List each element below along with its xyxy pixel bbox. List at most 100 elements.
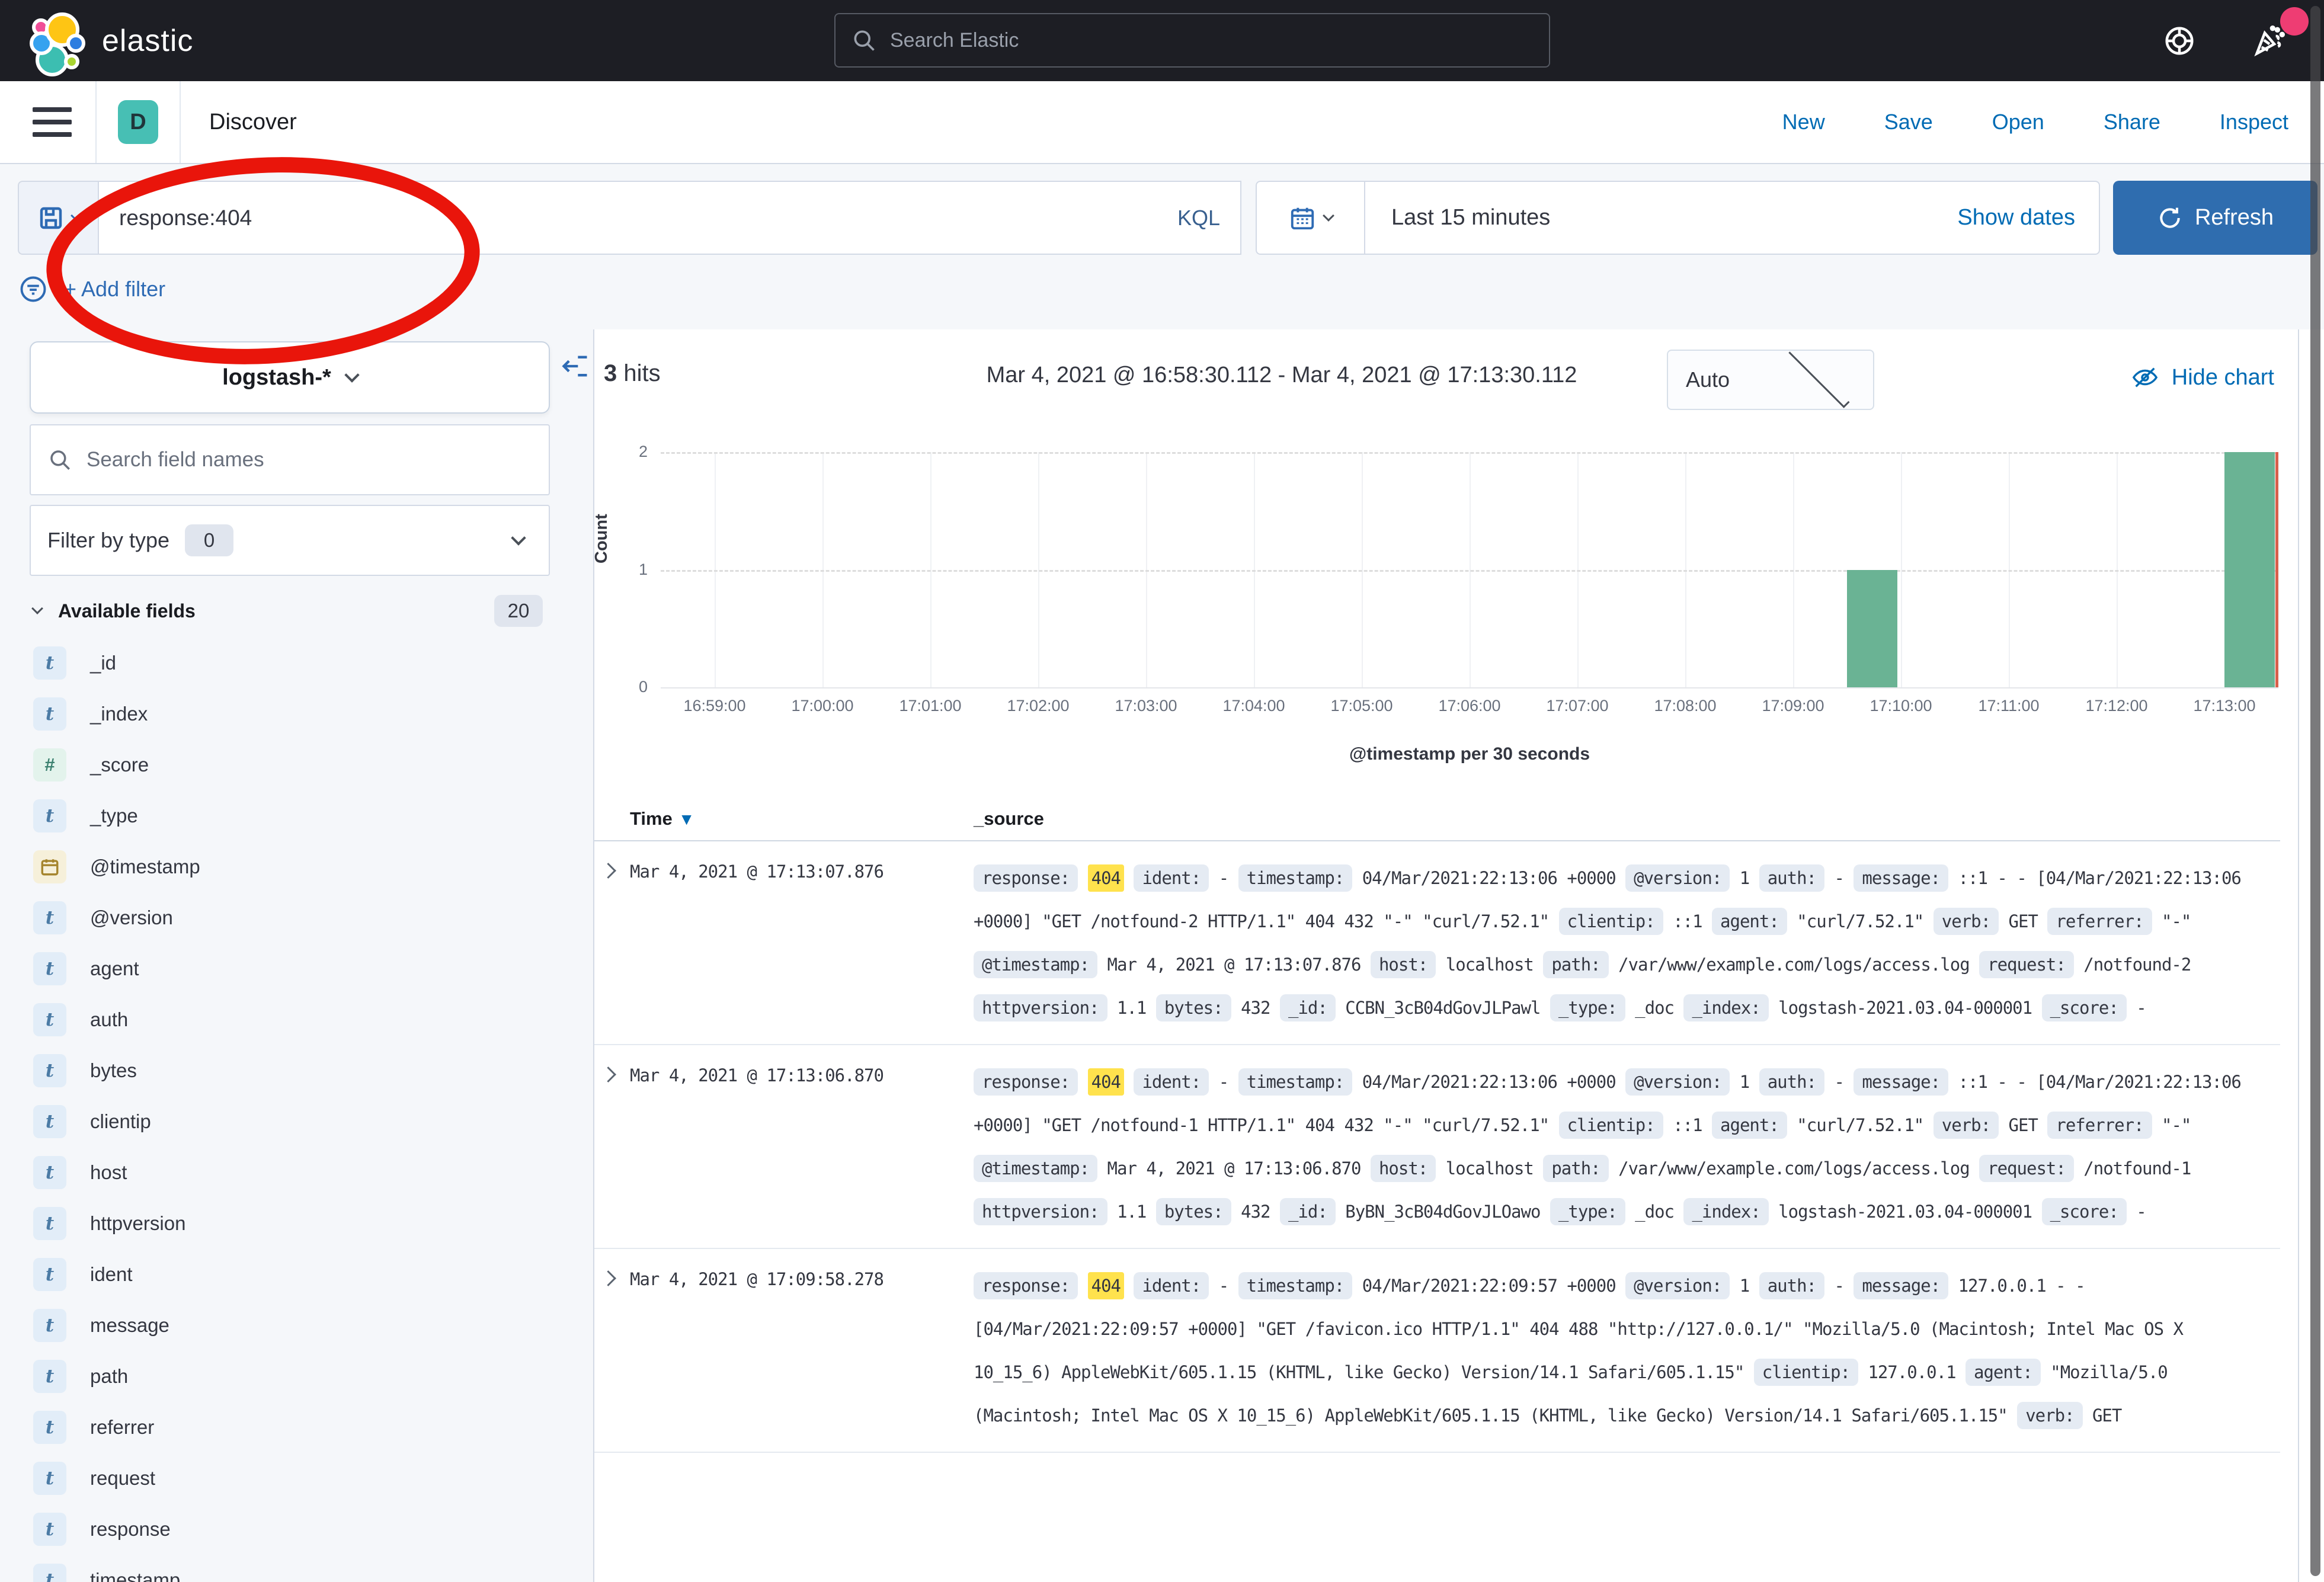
field-key-pill: ident: <box>1134 1068 1209 1096</box>
field-key-pill: clientip: <box>1754 1359 1858 1386</box>
field-key-pill: _score: <box>2042 1198 2127 1225</box>
filter-icon[interactable] <box>18 274 49 305</box>
add-filter-link[interactable]: + Add filter <box>64 277 165 302</box>
filter-count-badge: 0 <box>185 524 233 556</box>
show-dates-link[interactable]: Show dates <box>1957 205 2075 230</box>
field-key-pill: auth: <box>1759 864 1824 892</box>
histogram-bar-17:09:30[interactable] <box>1847 570 1897 688</box>
time-picker-calendar-button[interactable] <box>1256 181 1365 255</box>
field-item-@version[interactable]: t@version <box>33 892 566 943</box>
sort-desc-icon[interactable]: ▼ <box>678 810 695 828</box>
chevron-down-icon <box>511 530 526 545</box>
index-pattern-select[interactable]: logstash-* <box>30 341 550 414</box>
row-source: response: 404 ident: - timestamp: 04/Mar… <box>974 857 2280 1030</box>
histogram-plot[interactable] <box>661 452 2278 687</box>
field-value: /notfound-1 <box>2083 1158 2191 1179</box>
field-value: _doc <box>1635 1202 1674 1222</box>
elastic-brand[interactable]: elastic <box>30 12 193 69</box>
vertical-scrollbar[interactable] <box>2310 6 2320 1576</box>
available-fields-count-badge: 20 <box>494 595 543 627</box>
field-item-httpversion[interactable]: thttpversion <box>33 1198 566 1249</box>
field-key-pill: agent: <box>1712 1112 1787 1139</box>
date-field-icon <box>33 850 66 883</box>
field-item-message[interactable]: tmessage <box>33 1300 566 1351</box>
field-item-host[interactable]: thost <box>33 1147 566 1198</box>
field-item-@timestamp[interactable]: @timestamp <box>33 841 566 892</box>
field-key-pill: httpversion: <box>974 1198 1107 1225</box>
field-item-auth[interactable]: tauth <box>33 994 566 1045</box>
field-item-timestamp[interactable]: ttimestamp <box>33 1555 566 1582</box>
hide-chart-label: Hide chart <box>2172 365 2274 390</box>
field-key-pill: referrer: <box>2047 908 2152 935</box>
interval-select[interactable]: Auto <box>1667 350 1874 410</box>
field-key-pill: _score: <box>2042 994 2127 1021</box>
chevron-down-icon <box>71 210 82 222</box>
help-icon[interactable] <box>2162 23 2197 59</box>
field-name: path <box>90 1365 128 1388</box>
refresh-button[interactable]: Refresh <box>2113 181 2317 255</box>
text-field-icon: t <box>33 646 66 680</box>
time-range-display[interactable]: Last 15 minutes Show dates <box>1365 181 2100 255</box>
nav-action-inspect[interactable]: Inspect <box>2220 110 2288 134</box>
discover-app-badge[interactable]: D <box>118 100 158 144</box>
query-text: response:404 <box>119 206 1157 230</box>
field-key-pill: @version: <box>1625 864 1730 892</box>
field-item-_score[interactable]: #_score <box>33 739 566 790</box>
filter-by-type-select[interactable]: Filter by type 0 <box>30 505 550 576</box>
available-fields-label: Available fields <box>58 600 196 622</box>
field-item-response[interactable]: tresponse <box>33 1504 566 1555</box>
field-value: 04/Mar/2021:22:13:06 +0000 <box>1362 1072 1616 1092</box>
field-item-ident[interactable]: tident <box>33 1249 566 1300</box>
global-search-input[interactable]: Search Elastic <box>834 13 1550 68</box>
field-item-referrer[interactable]: treferrer <box>33 1402 566 1453</box>
row-source: response: 404 ident: - timestamp: 04/Mar… <box>974 1264 2280 1437</box>
chart-time-range: Mar 4, 2021 @ 16:58:30.112 - Mar 4, 2021… <box>987 363 1577 388</box>
field-value: - <box>1834 1072 1843 1092</box>
text-field-icon: t <box>33 1360 66 1393</box>
field-item-agent[interactable]: tagent <box>33 943 566 994</box>
field-value: /var/www/example.com/logs/access.log <box>1618 955 1970 975</box>
nav-action-save[interactable]: Save <box>1884 110 1933 134</box>
kql-query-input[interactable]: response:404 KQL <box>98 181 1241 255</box>
field-key-pill: request: <box>1979 951 2074 978</box>
x-tick-label: 17:08:00 <box>1654 697 1716 715</box>
column-header-time[interactable]: Time▼ <box>630 808 974 830</box>
histogram-bar-17:13:00[interactable] <box>2224 452 2275 687</box>
nav-action-open[interactable]: Open <box>1992 110 2044 134</box>
expand-row-icon[interactable] <box>594 1061 630 1234</box>
field-search-input[interactable]: Search field names <box>30 424 550 495</box>
search-icon <box>851 27 877 53</box>
time-range-text: Last 15 minutes <box>1391 205 1957 230</box>
highlighted-value: 404 <box>1088 1272 1124 1299</box>
field-name: ident <box>90 1263 133 1286</box>
field-item-path[interactable]: t path <box>33 1351 566 1402</box>
field-value: _doc <box>1635 998 1674 1018</box>
app-navbar: D Discover NewSaveOpenShareInspect <box>0 81 2324 164</box>
field-key-pill: verb: <box>1934 1112 1999 1139</box>
field-item-_type[interactable]: t_type <box>33 790 566 841</box>
field-key-pill: ident: <box>1134 864 1209 892</box>
field-item-clientip[interactable]: tclientip <box>33 1096 566 1147</box>
field-key-pill: message: <box>1854 864 1948 892</box>
query-language-button[interactable]: KQL <box>1157 206 1240 230</box>
field-item-_index[interactable]: t_index <box>33 688 566 739</box>
nav-action-new[interactable]: New <box>1782 110 1825 134</box>
collapse-sidebar-icon[interactable] <box>560 351 591 382</box>
text-field-icon: t <box>33 952 66 985</box>
available-fields-header[interactable]: Available fields 20 <box>33 595 550 627</box>
field-item-request[interactable]: trequest <box>33 1453 566 1504</box>
menu-hamburger-icon[interactable] <box>33 107 72 137</box>
text-field-icon: t <box>33 1003 66 1036</box>
field-value: - <box>2136 998 2146 1018</box>
interval-value: Auto <box>1686 367 1762 392</box>
field-value: - <box>1834 1276 1843 1296</box>
nav-action-share[interactable]: Share <box>2104 110 2160 134</box>
saved-query-button[interactable] <box>18 181 98 255</box>
field-name: host <box>90 1161 127 1184</box>
expand-row-icon[interactable] <box>594 857 630 1030</box>
field-item-bytes[interactable]: tbytes <box>33 1045 566 1096</box>
expand-row-icon[interactable] <box>594 1264 630 1437</box>
hits-count: 3 hits <box>604 360 661 387</box>
hide-chart-link[interactable]: Hide chart <box>2131 364 2274 391</box>
field-item-_id[interactable]: t_id <box>33 638 566 688</box>
